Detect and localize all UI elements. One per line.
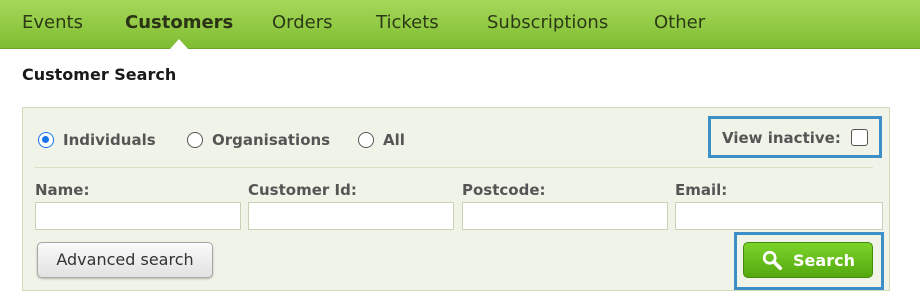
nav-item-events[interactable]: Events <box>22 0 83 48</box>
nav-item-other[interactable]: Other <box>654 0 705 48</box>
postcode-label: Postcode: <box>462 181 546 199</box>
radio-organisations-label: Organisations <box>212 131 331 149</box>
postcode-input[interactable] <box>462 202 668 230</box>
name-input[interactable] <box>35 202 241 230</box>
top-nav: Events Customers Orders Tickets Subscrip… <box>0 0 920 49</box>
name-label: Name: <box>35 181 90 199</box>
radio-organisations[interactable]: Organisations <box>187 130 330 150</box>
radio-individuals[interactable]: Individuals <box>38 130 156 150</box>
email-label: Email: <box>675 181 728 199</box>
search-button[interactable]: Search <box>743 242 873 278</box>
customer-id-input[interactable] <box>248 202 454 230</box>
nav-item-tickets[interactable]: Tickets <box>376 0 439 48</box>
view-inactive-checkbox[interactable] <box>851 129 868 146</box>
divider <box>35 167 873 168</box>
radio-individuals-label: Individuals <box>63 131 156 149</box>
radio-all[interactable]: All <box>358 130 405 150</box>
email-input[interactable] <box>675 202 883 230</box>
magnifier-icon <box>762 250 783 271</box>
radio-checked-icon <box>38 132 54 148</box>
advanced-search-button[interactable]: Advanced search <box>37 242 213 278</box>
radio-unchecked-icon <box>187 132 203 148</box>
radio-all-label: All <box>383 131 405 149</box>
search-button-label: Search <box>793 250 855 270</box>
customer-id-label: Customer Id: <box>248 181 357 199</box>
nav-item-orders[interactable]: Orders <box>272 0 333 48</box>
radio-unchecked-icon <box>358 132 374 148</box>
active-tab-caret <box>170 39 188 49</box>
nav-item-subscriptions[interactable]: Subscriptions <box>487 0 608 48</box>
view-inactive-label: View inactive: <box>722 129 841 147</box>
page-title: Customer Search <box>22 65 177 84</box>
